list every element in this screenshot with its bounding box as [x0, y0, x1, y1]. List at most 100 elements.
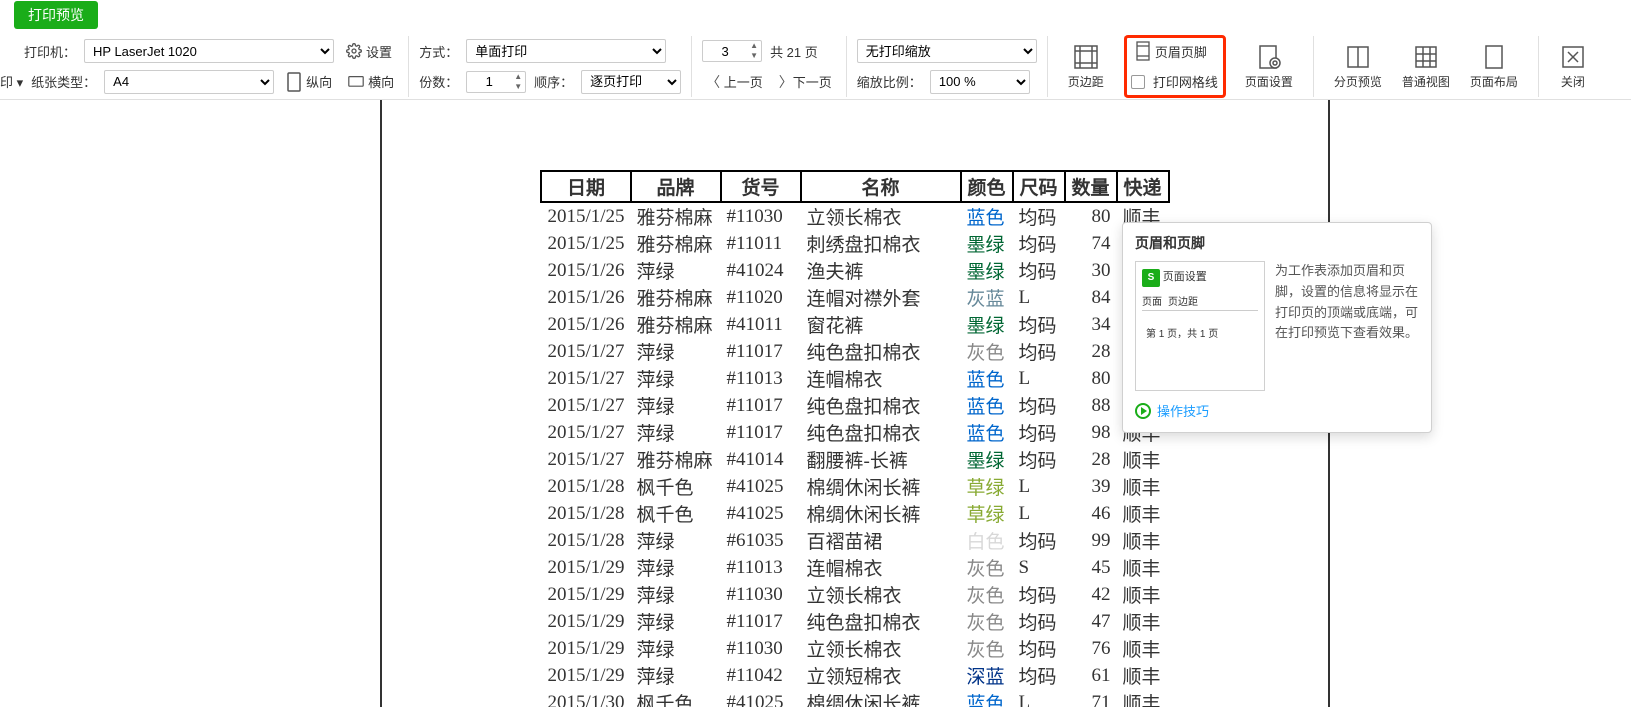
table-cell: 灰色 — [961, 554, 1013, 581]
table-cell: 顺丰 — [1117, 446, 1169, 473]
table-cell: 顺丰 — [1117, 662, 1169, 689]
table-cell: 窗花裤 — [801, 311, 961, 338]
table-cell: #11013 — [721, 554, 801, 581]
print-mode-select[interactable]: 单面打印 — [466, 39, 666, 63]
table-cell: 墨绿 — [961, 230, 1013, 257]
table-cell: #61035 — [721, 527, 801, 554]
portrait-label: 纵向 — [306, 72, 332, 91]
table-cell: #11020 — [721, 284, 801, 311]
page-layout-button[interactable]: 页面布局 — [1460, 39, 1528, 94]
page-stepper[interactable]: ▲▼ — [702, 40, 762, 62]
zoom-mode-select[interactable]: 无打印缩放 — [857, 39, 1037, 63]
zoom-ratio-select[interactable]: 100 % — [930, 70, 1030, 94]
table-cell: 71 — [1065, 689, 1117, 707]
table-cell: #41025 — [721, 500, 801, 527]
copies-stepper[interactable]: ▲▼ — [466, 71, 526, 93]
copies-up[interactable]: ▲ — [511, 72, 525, 82]
close-button[interactable]: 关闭 — [1549, 39, 1597, 94]
table-header: 快递 — [1117, 171, 1169, 202]
page-up[interactable]: ▲ — [747, 41, 761, 51]
landscape-label: 横向 — [368, 72, 394, 91]
table-cell: 均码 — [1013, 581, 1065, 608]
table-cell: 棉绸休闲长裤 — [801, 689, 961, 707]
next-page-button[interactable]: 〉下一页 — [775, 72, 836, 92]
gridlines-checkbox[interactable] — [1131, 75, 1145, 89]
preview-area: 日期品牌货号名称颜色尺码数量快递 2015/1/25雅芬棉麻#11030立领长棉… — [0, 100, 1631, 707]
table-cell: 萍绿 — [631, 662, 721, 689]
table-row: 2015/1/29萍绿#11017纯色盘扣棉衣灰色均码47顺丰 — [541, 608, 1168, 635]
table-cell: 2015/1/27 — [541, 392, 630, 419]
table-cell: 萍绿 — [631, 257, 721, 284]
table-cell: #11017 — [721, 392, 801, 419]
margins-button[interactable]: 页边距 — [1058, 39, 1114, 94]
table-cell: 均码 — [1013, 446, 1065, 473]
settings-label: 设置 — [366, 42, 392, 61]
paper-select[interactable]: A4 — [104, 70, 274, 94]
tooltip-tips-link[interactable]: 操作技巧 — [1135, 401, 1419, 420]
table-cell: 草绿 — [961, 500, 1013, 527]
table-cell: 白色 — [961, 527, 1013, 554]
table-cell: 萍绿 — [631, 527, 721, 554]
table-row: 2015/1/29萍绿#11042立领短棉衣深蓝均码61顺丰 — [541, 662, 1168, 689]
table-cell: L — [1013, 284, 1065, 311]
table-row: 2015/1/28枫千色#41025棉绸休闲长裤草绿L39顺丰 — [541, 473, 1168, 500]
header-footer-icon — [1135, 43, 1151, 59]
table-cell: 蓝色 — [961, 689, 1013, 707]
table-cell: 雅芬棉麻 — [631, 284, 721, 311]
table-cell: 2015/1/27 — [541, 419, 630, 446]
table-cell: 2015/1/29 — [541, 581, 630, 608]
total-pages: 共 21 页 — [770, 42, 818, 61]
printer-select[interactable]: HP LaserJet 1020 — [84, 39, 334, 63]
table-row: 2015/1/29萍绿#11030立领长棉衣灰色均码42顺丰 — [541, 581, 1168, 608]
table-cell: 立领长棉衣 — [801, 581, 961, 608]
table-row: 2015/1/25雅芬棉麻#11011刺绣盘扣棉衣墨绿均码74顺丰 — [541, 230, 1168, 257]
table-row: 2015/1/26雅芬棉麻#41011窗花裤墨绿均码34顺丰 — [541, 311, 1168, 338]
table-cell: 顺丰 — [1117, 635, 1169, 662]
copies-down[interactable]: ▼ — [511, 82, 525, 92]
orientation-portrait-button[interactable]: 纵向 — [282, 70, 336, 93]
table-cell: 均码 — [1013, 635, 1065, 662]
table-header: 货号 — [721, 171, 801, 202]
copies-input[interactable] — [467, 74, 511, 89]
printer-settings-button[interactable]: 设置 — [342, 40, 396, 63]
paper-label: 纸张类型： — [31, 72, 96, 91]
table-cell: #11017 — [721, 419, 801, 446]
table-cell: 2015/1/28 — [541, 500, 630, 527]
table-cell: 蓝色 — [961, 202, 1013, 230]
header-footer-label: 页眉页脚 — [1155, 42, 1207, 61]
table-row: 2015/1/27萍绿#11017纯色盘扣棉衣蓝色均码98顺丰 — [541, 419, 1168, 446]
table-cell: 28 — [1065, 446, 1117, 473]
table-cell: #41011 — [721, 311, 801, 338]
order-select[interactable]: 逐页打印 — [581, 70, 681, 94]
table-cell: 棉绸休闲长裤 — [801, 500, 961, 527]
table-cell: 灰色 — [961, 581, 1013, 608]
table-cell: 雅芬棉麻 — [631, 230, 721, 257]
page-down[interactable]: ▼ — [747, 51, 761, 61]
normal-view-button[interactable]: 普通视图 — [1392, 39, 1460, 94]
table-cell: 蓝色 — [961, 419, 1013, 446]
table-cell: 2015/1/27 — [541, 338, 630, 365]
table-cell: 萍绿 — [631, 635, 721, 662]
orientation-landscape-button[interactable]: 横向 — [344, 70, 398, 93]
table-cell: 萍绿 — [631, 419, 721, 446]
page-input[interactable] — [703, 44, 747, 59]
header-footer-button[interactable]: 页眉页脚 — [1131, 40, 1211, 63]
page-setup-button[interactable]: 页面设置 — [1235, 39, 1303, 94]
table-cell: 2015/1/28 — [541, 473, 630, 500]
table-row: 2015/1/27萍绿#11017纯色盘扣棉衣蓝色均码88顺丰 — [541, 392, 1168, 419]
table-cell: 74 — [1065, 230, 1117, 257]
prev-page-button[interactable]: 〈 上一页 — [702, 72, 767, 92]
page-break-preview-button[interactable]: 分页预览 — [1324, 39, 1392, 94]
table-cell: 枫千色 — [631, 500, 721, 527]
portrait-icon — [286, 74, 302, 90]
table-cell: 纯色盘扣棉衣 — [801, 392, 961, 419]
table-cell: 深蓝 — [961, 662, 1013, 689]
table-cell: 墨绿 — [961, 311, 1013, 338]
header-footer-group: 页眉页脚 打印网格线 — [1125, 36, 1225, 97]
table-cell: 均码 — [1013, 662, 1065, 689]
table-cell: 渔夫裤 — [801, 257, 961, 284]
table-cell: 顺丰 — [1117, 581, 1169, 608]
table-row: 2015/1/27雅芬棉麻#41014翻腰裤-长裤墨绿均码28顺丰 — [541, 446, 1168, 473]
page-setup-icon — [1255, 43, 1283, 71]
toolbar: 打印机： HP LaserJet 1020 设置 印 ▾ 纸张类型： A4 纵向… — [0, 30, 1631, 100]
